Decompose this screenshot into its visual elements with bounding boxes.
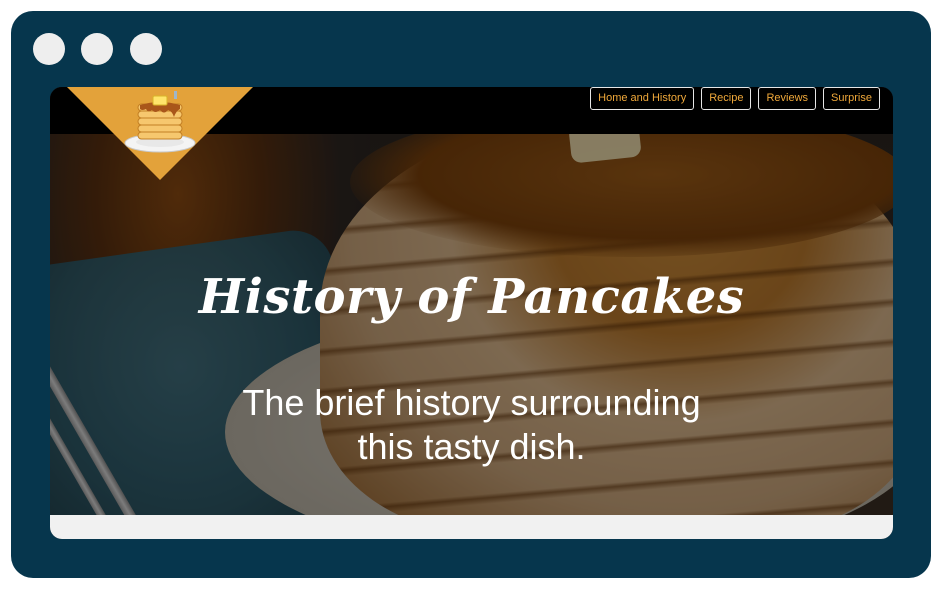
hero-title: History of Pancakes bbox=[198, 269, 745, 325]
content-section-top bbox=[50, 515, 893, 539]
page-viewport: Home and History Recipe Reviews Surprise… bbox=[50, 87, 893, 539]
nav-link-recipe[interactable]: Recipe bbox=[701, 87, 752, 110]
window-control-dot[interactable] bbox=[130, 33, 162, 65]
nav-link-reviews[interactable]: Reviews bbox=[758, 87, 817, 110]
nav-link-surprise[interactable]: Surprise bbox=[823, 87, 880, 110]
nav-links: Home and History Recipe Reviews Surprise bbox=[590, 87, 880, 111]
hero-subtitle-line: this tasty dish. bbox=[357, 426, 586, 467]
hero-subtitle: The brief history surrounding this tasty… bbox=[50, 381, 893, 469]
window-control-dot[interactable] bbox=[33, 33, 65, 65]
window-control-dot[interactable] bbox=[81, 33, 113, 65]
hero-subtitle-line: The brief history surrounding bbox=[242, 382, 701, 423]
nav-link-home-history[interactable]: Home and History bbox=[590, 87, 695, 110]
pancake-stack-icon[interactable] bbox=[122, 91, 198, 153]
